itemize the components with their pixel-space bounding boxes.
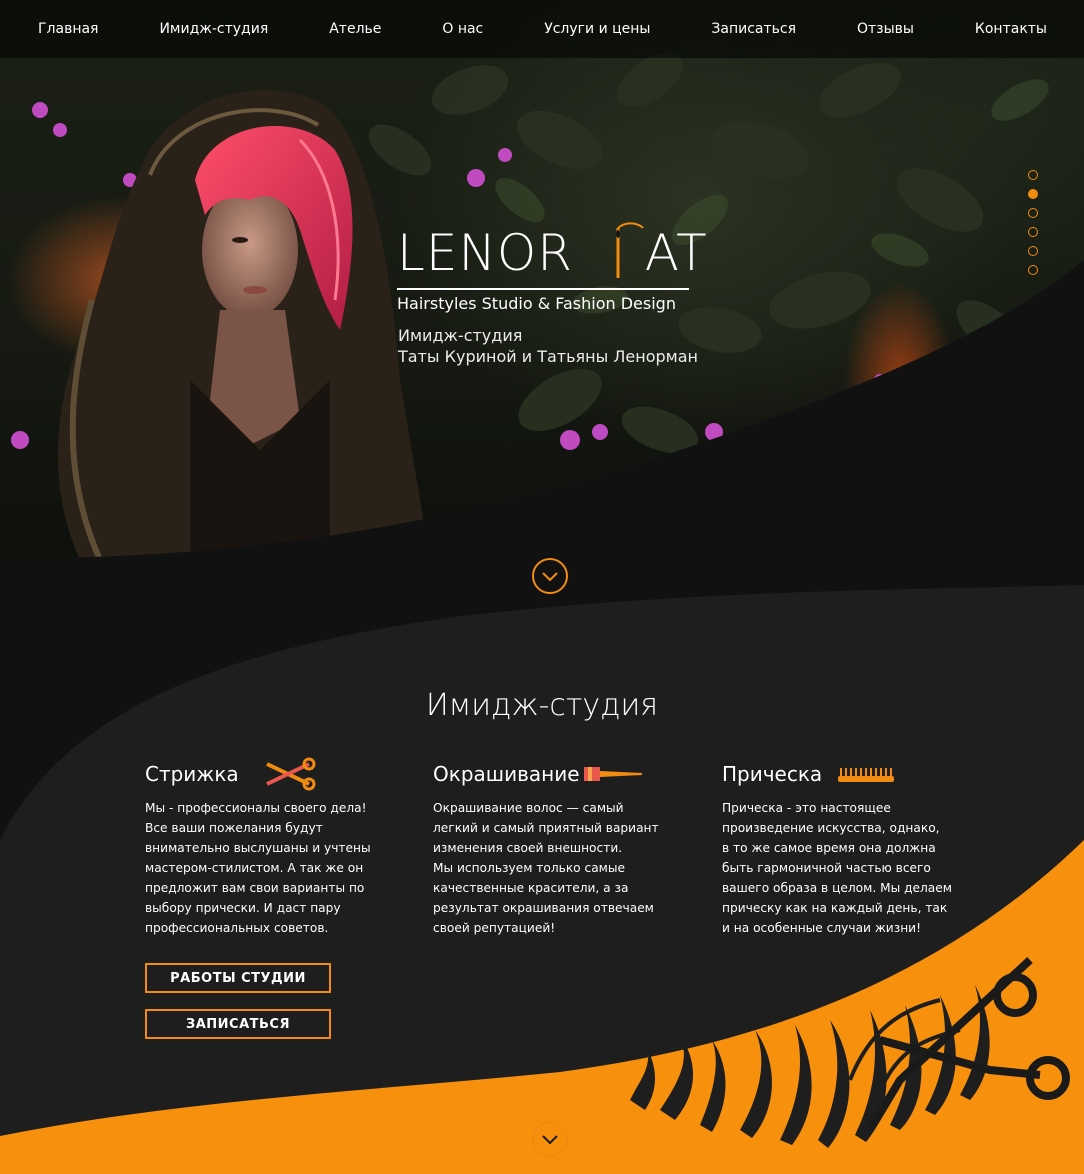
service-haircut: Стрижка Мы - профессионалы своего дела! … (145, 757, 395, 938)
comb-icon (838, 768, 895, 782)
nav-item-reviews[interactable]: Отзывы (857, 21, 914, 37)
service-haircut-text: Мы - профессионалы своего дела! Все ваши… (145, 801, 371, 935)
dye-brush-icon (583, 767, 642, 781)
service-hairstyle: Прическа Прическа - это настоящее произв… (722, 758, 972, 938)
service-hairstyle-title: Прическа (722, 762, 823, 786)
scissors-icon (265, 757, 316, 791)
main-navigation: Главная Имидж-студия Ателье О нас Услуги… (0, 0, 1084, 58)
nav-item-about[interactable]: О нас (442, 21, 483, 37)
nav-item-contacts[interactable]: Контакты (975, 21, 1047, 37)
service-coloring-text: Окрашивание волос — самый легкий и самый… (433, 801, 659, 935)
section-title: Имидж-студия (426, 688, 658, 723)
nav-item-home[interactable]: Главная (38, 21, 98, 37)
chevron-down-icon (542, 1135, 558, 1145)
nav-item-services-prices[interactable]: Услуги и цены (544, 21, 650, 37)
scroll-down-button-bottom[interactable] (532, 1121, 568, 1157)
book-appointment-button[interactable]: ЗАПИСАТЬСЯ (145, 1009, 331, 1039)
service-coloring-title: Окрашивание (433, 762, 580, 786)
studio-works-button[interactable]: РАБОТЫ СТУДИИ (145, 963, 331, 993)
service-coloring: Окрашивание Окрашивание волос — самый ле… (433, 758, 683, 938)
service-haircut-title: Стрижка (145, 762, 239, 786)
scroll-down-button[interactable] (532, 558, 568, 594)
nav-item-booking[interactable]: Записаться (711, 21, 796, 37)
nav-item-image-studio[interactable]: Имидж-студия (159, 21, 268, 37)
chevron-down-icon (542, 572, 558, 582)
nav-item-atelier[interactable]: Ателье (329, 21, 381, 37)
service-hairstyle-text: Прическа - это настоящее произведение ис… (722, 801, 952, 935)
